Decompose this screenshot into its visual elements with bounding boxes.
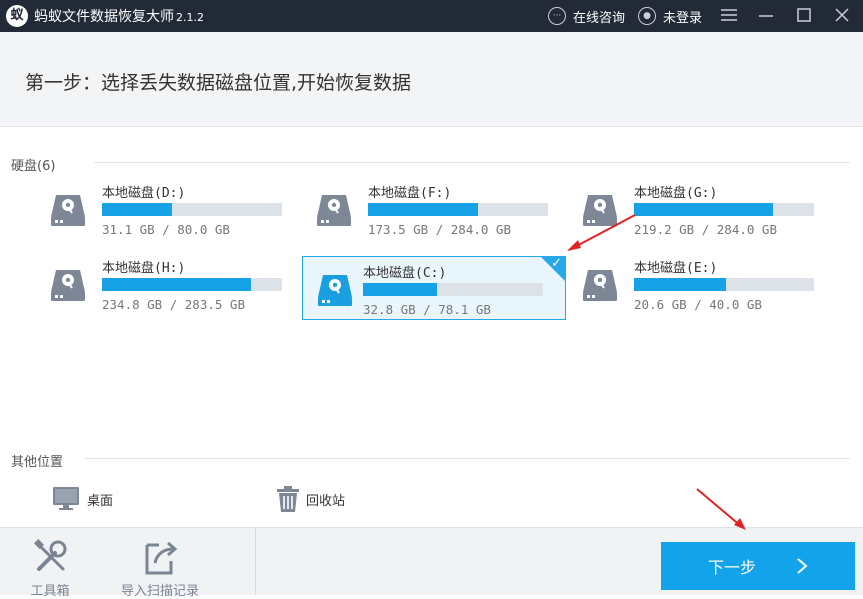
drive-usage-bar <box>102 278 282 291</box>
toolbox-label: 工具箱 <box>30 584 70 599</box>
import-scan-record-button[interactable]: 导入扫描记录 <box>110 528 210 599</box>
location-desktop[interactable]: 桌面 <box>52 484 113 514</box>
drive-usage-fill <box>102 203 173 216</box>
toolbox-wrench-icon <box>34 539 67 571</box>
step-header: 第一步：选择丢失数据磁盘位置,开始恢复数据 <box>0 32 863 127</box>
drive-item[interactable]: 本地磁盘(D:) 31.1 GB / 80.0 GB <box>42 177 306 241</box>
login-button[interactable]: ● 未登录 <box>638 0 702 32</box>
drive-usage-bar <box>363 283 543 296</box>
drive-item[interactable]: 本地磁盘(C:) 32.8 GB / 78.1 GB ✓ <box>302 256 566 320</box>
recycle-bin-icon <box>277 486 299 512</box>
disks-section-label: 硬盘(6) <box>11 159 56 174</box>
section-divider <box>94 162 850 163</box>
drive-usage-bar <box>634 203 814 216</box>
hard-disk-icon <box>583 270 617 301</box>
import-record-icon <box>145 541 178 575</box>
app-title: 蚂蚁文件数据恢复大师 2.1.2 <box>34 6 204 26</box>
footer-divider <box>255 528 256 595</box>
chevron-right-icon <box>797 558 808 574</box>
drive-name: 本地磁盘(C:) <box>363 266 447 281</box>
drive-item[interactable]: 本地磁盘(E:) 20.6 GB / 40.0 GB <box>574 252 838 316</box>
drive-usage-bar <box>368 203 548 216</box>
drive-usage-fill <box>634 203 773 216</box>
drive-name: 本地磁盘(E:) <box>634 261 718 276</box>
drive-size-text: 219.2 GB / 284.0 GB <box>634 222 777 237</box>
drive-size-text: 20.6 GB / 40.0 GB <box>634 297 762 312</box>
minimize-icon <box>759 15 773 17</box>
drive-size-text: 173.5 GB / 284.0 GB <box>368 222 511 237</box>
app-name: 蚂蚁文件数据恢复大师 <box>34 9 174 25</box>
maximize-icon <box>797 8 811 22</box>
toolbox-button[interactable]: 工具箱 <box>20 528 80 599</box>
drive-usage-bar <box>102 203 282 216</box>
hamburger-menu-icon <box>721 9 737 21</box>
ant-logo-icon: 蚁 <box>6 5 28 27</box>
desktop-monitor-icon <box>53 487 79 510</box>
chat-bubble-icon: ··· <box>548 7 566 25</box>
online-consult-button[interactable]: ··· 在线咨询 <box>548 0 625 32</box>
section-divider <box>84 458 850 459</box>
maximize-button[interactable] <box>792 3 816 27</box>
next-step-label: 下一步 <box>707 558 756 577</box>
hard-disk-icon <box>583 195 617 226</box>
hard-disk-icon <box>318 275 352 306</box>
close-button[interactable] <box>830 3 854 27</box>
drive-size-text: 234.8 GB / 283.5 GB <box>102 297 245 312</box>
drive-usage-fill <box>102 278 252 291</box>
location-recycle-bin[interactable]: 回收站 <box>276 484 345 514</box>
login-label: 未登录 <box>663 10 703 26</box>
minimize-button[interactable] <box>754 3 778 27</box>
hard-disk-icon <box>51 195 85 226</box>
drive-size-text: 31.1 GB / 80.0 GB <box>102 222 230 237</box>
menu-button[interactable] <box>717 3 741 27</box>
drive-item[interactable]: 本地磁盘(H:) 234.8 GB / 283.5 GB <box>42 252 306 316</box>
close-icon <box>835 8 849 22</box>
app-version: 2.1.2 <box>176 11 204 24</box>
drive-usage-bar <box>634 278 814 291</box>
drive-usage-fill <box>634 278 726 291</box>
drive-usage-fill <box>368 203 478 216</box>
hard-disk-icon <box>51 270 85 301</box>
drive-item[interactable]: 本地磁盘(F:) 173.5 GB / 284.0 GB <box>308 177 572 241</box>
next-step-button[interactable]: 下一步 <box>661 542 855 590</box>
checkmark-icon: ✓ <box>551 256 562 271</box>
online-consult-label: 在线咨询 <box>573 10 626 26</box>
drive-item[interactable]: 本地磁盘(G:) 219.2 GB / 284.0 GB <box>574 177 838 241</box>
location-desktop-label: 桌面 <box>87 493 114 509</box>
title-bar: 蚁 蚂蚁文件数据恢复大师 2.1.2 ··· 在线咨询 ● 未登录 <box>0 0 863 32</box>
drive-name: 本地磁盘(H:) <box>102 261 186 276</box>
drive-name: 本地磁盘(F:) <box>368 186 452 201</box>
location-recycle-bin-label: 回收站 <box>306 493 346 509</box>
hard-disk-icon <box>317 195 351 226</box>
user-icon: ● <box>638 7 656 25</box>
drive-usage-fill <box>363 283 437 296</box>
import-scan-record-label: 导入扫描记录 <box>120 584 199 599</box>
drive-size-text: 32.8 GB / 78.1 GB <box>363 302 491 317</box>
drive-name: 本地磁盘(G:) <box>634 186 718 201</box>
page-title: 第一步：选择丢失数据磁盘位置,开始恢复数据 <box>25 72 412 94</box>
other-section-label: 其他位置 <box>11 455 64 470</box>
drive-name: 本地磁盘(D:) <box>102 186 186 201</box>
red-arrow-annotation <box>696 488 746 530</box>
